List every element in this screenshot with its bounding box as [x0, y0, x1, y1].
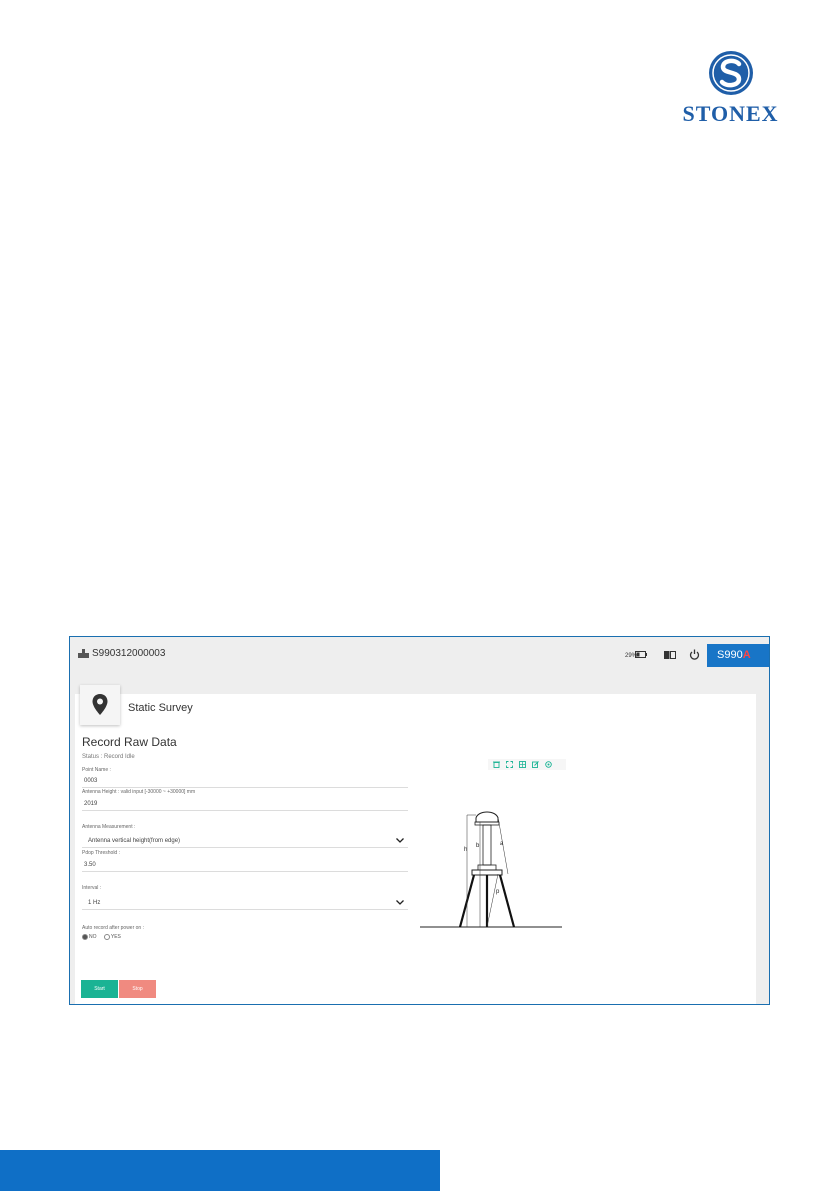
- top-bar: S990312000003 29% S990A: [70, 637, 769, 677]
- stop-button[interactable]: Stop: [119, 980, 156, 998]
- stonex-logo-mark-icon: [709, 51, 753, 95]
- label-b: b: [476, 843, 480, 849]
- ui-screenshot: S990312000003 29% S990A Static Survey Re…: [69, 636, 770, 1005]
- chevron-down-icon: [396, 900, 404, 905]
- auto-record-no-label: NO: [89, 934, 97, 940]
- diagram-toolbox: [488, 759, 566, 770]
- model-button[interactable]: S990A: [707, 644, 769, 667]
- auto-record-yes-label: YES: [110, 934, 121, 940]
- trash-icon[interactable]: [493, 761, 500, 768]
- antenna-height-input[interactable]: 2019: [82, 797, 408, 811]
- battery-icon: [635, 651, 647, 658]
- model-mark: A: [742, 649, 751, 661]
- interval-label: Interval :: [82, 885, 102, 891]
- pdop-threshold-input[interactable]: 3.50: [82, 858, 408, 872]
- section-title: Record Raw Data: [82, 735, 177, 749]
- point-name-input[interactable]: 0003: [82, 774, 408, 788]
- antenna-tripod-diagram: h b a p: [420, 811, 562, 928]
- antenna-measurement-value: Antenna vertical height(from edge): [88, 838, 181, 844]
- grid-icon[interactable]: [519, 761, 526, 768]
- chevron-down-icon: [396, 838, 404, 843]
- auto-record-radio-group: NO YES: [82, 934, 127, 940]
- model-label: S990: [717, 649, 743, 661]
- antenna-measurement-label: Antenna Measurement :: [82, 824, 136, 830]
- label-p: p: [496, 889, 500, 895]
- language-icon[interactable]: [664, 651, 676, 659]
- device-icon: [78, 649, 89, 658]
- antenna-measurement-select[interactable]: Antenna vertical height(from edge): [82, 834, 408, 848]
- static-survey-panel: Static Survey Record Raw Data Status : R…: [75, 685, 756, 1004]
- settings-icon[interactable]: [545, 761, 552, 768]
- auto-record-no-radio[interactable]: [82, 934, 88, 940]
- edit-icon[interactable]: [532, 761, 539, 768]
- footer-bar: [0, 1150, 440, 1191]
- pdop-threshold-label: Pdop Threshold :: [82, 850, 120, 856]
- page-title: Static Survey: [128, 702, 193, 714]
- auto-record-label: Auto record after power on :: [82, 925, 144, 931]
- brand-name: STONEX: [682, 101, 779, 126]
- interval-value: 1 Hz: [88, 900, 101, 906]
- point-name-label: Point Name :: [82, 767, 111, 773]
- location-pin-icon: [92, 694, 108, 715]
- antenna-height-label: Antenna Height : valid input [-30000 ~ +…: [82, 789, 196, 795]
- label-h: h: [464, 847, 467, 853]
- device-id: S990312000003: [92, 648, 166, 659]
- interval-select[interactable]: 1 Hz: [82, 896, 408, 910]
- page-icon-tile: [80, 685, 120, 725]
- expand-icon[interactable]: [506, 761, 513, 768]
- label-a: a: [500, 841, 504, 847]
- record-status: Status : Record Idle: [82, 754, 135, 760]
- start-button[interactable]: Start: [81, 980, 118, 998]
- stonex-logo: STONEX: [668, 50, 793, 130]
- power-icon[interactable]: [689, 649, 700, 660]
- auto-record-yes-radio[interactable]: [103, 934, 110, 940]
